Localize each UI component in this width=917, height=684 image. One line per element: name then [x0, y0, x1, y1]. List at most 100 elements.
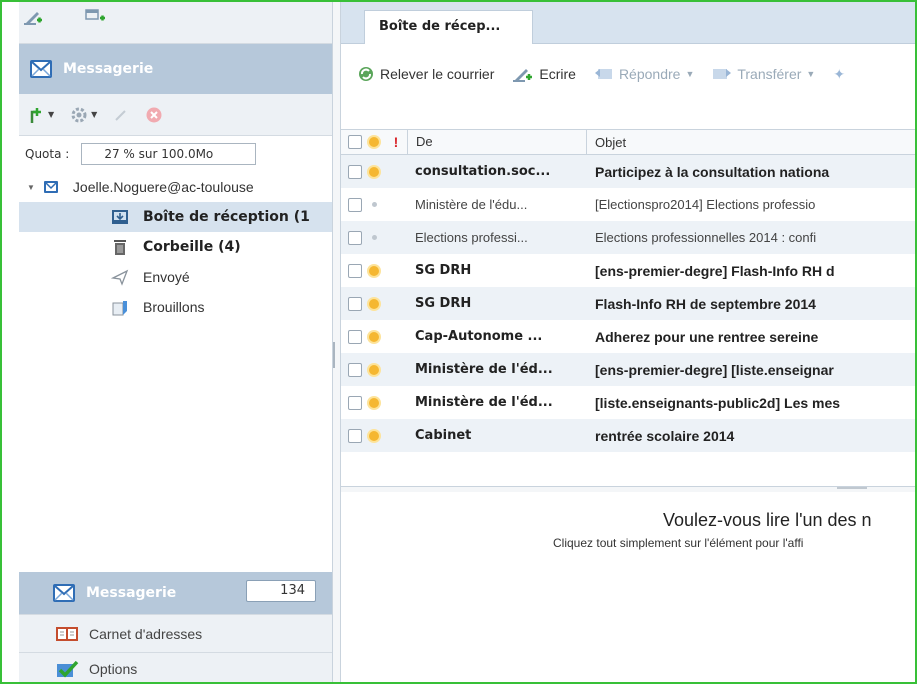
messagerie-logo-icon [29, 58, 53, 80]
quota-value: 27 % sur 100.0Mo [104, 147, 214, 161]
preview-heading: Voulez-vous lire l'un des n [663, 510, 872, 530]
settings-button[interactable]: ▼ [70, 106, 97, 124]
gear-icon [71, 107, 87, 122]
message-checkbox[interactable] [348, 263, 362, 278]
quota-label: Quota : [25, 147, 70, 161]
reply-label: Répondre [618, 66, 681, 82]
message-row[interactable]: Ministère de l'éd... [ens-premier-degre] … [341, 353, 915, 386]
message-rows: consultation.soc... Participez à la consu… [341, 155, 915, 452]
column-from[interactable]: De [407, 129, 587, 155]
message-subject: Flash-Info RH de septembre 2014 [595, 295, 816, 312]
forward-button[interactable]: Transférer ▼ [712, 66, 815, 82]
unread-sun-icon[interactable] [369, 298, 379, 309]
read-dot-icon[interactable] [371, 202, 377, 207]
folder-add-icon [30, 107, 41, 123]
message-checkbox[interactable] [348, 164, 362, 179]
priority-column-icon[interactable]: ! [394, 134, 399, 150]
splitter-grip[interactable] [837, 487, 867, 489]
message-subject: Participez à la consultation nationa [595, 163, 830, 180]
unread-sun-icon[interactable] [369, 397, 379, 408]
message-checkbox[interactable] [348, 329, 362, 344]
folder-sent[interactable]: Envoyé [19, 262, 332, 292]
message-subject: [Electionspro2014] Elections professio [595, 197, 816, 212]
sent-icon [111, 269, 129, 286]
folder-actions-button[interactable]: ▼ [29, 106, 54, 124]
reply-button[interactable]: Répondre ▼ [594, 66, 694, 82]
column-subject[interactable]: Objet [587, 135, 915, 150]
unread-sun-icon[interactable] [369, 331, 379, 342]
message-row[interactable]: Ministère de l'éd... [liste.enseignants-p… [341, 386, 915, 419]
app-window: Messagerie ▼ ▼ Quota : 27 % sur 100.0Mo [0, 0, 917, 684]
unread-sun-icon[interactable] [369, 364, 379, 375]
unread-count-badge: 134 [246, 580, 316, 602]
mail-toolbar: Relever le courrier Ecrire Répondre ▼ Tr… [341, 44, 915, 104]
message-list: ! De Objet consultation.soc... Participez… [341, 129, 915, 452]
close-circle-icon [146, 107, 162, 122]
forward-icon [713, 69, 732, 79]
account-node[interactable]: ▼ Joelle.Noguere@ac-toulouse [19, 172, 332, 202]
message-from: Elections professi... [415, 230, 528, 245]
more-icon[interactable]: ✦ [833, 66, 845, 83]
message-checkbox[interactable] [348, 395, 362, 410]
fetch-mail-button[interactable]: Relever le courrier [357, 65, 494, 83]
read-dot-icon[interactable] [371, 235, 377, 240]
select-all-checkbox[interactable] [348, 135, 362, 149]
drafts-icon [112, 301, 127, 316]
folder-drafts[interactable]: Brouillons [19, 292, 332, 322]
rename-button[interactable] [113, 107, 129, 123]
reply-icon [594, 69, 612, 79]
message-from: SG DRH [415, 263, 472, 278]
message-checkbox[interactable] [348, 428, 362, 443]
message-from: Cap-Autonome ... [415, 329, 543, 344]
new-message-icon[interactable] [23, 8, 43, 25]
quota-row: Quota : 27 % sur 100.0Mo [19, 136, 332, 172]
vertical-splitter[interactable] [333, 2, 341, 682]
message-from: Ministère de l'édu... [415, 197, 528, 212]
chevron-down-icon: ▼ [91, 110, 98, 119]
app-header: Messagerie [19, 44, 332, 94]
unread-sun-icon[interactable] [369, 430, 379, 441]
unread-sun-icon[interactable] [369, 166, 379, 177]
message-subject: Elections professionnelles 2014 : confi [595, 230, 817, 245]
folder-trash[interactable]: Corbeille (4) [19, 232, 332, 262]
message-checkbox[interactable] [348, 362, 362, 377]
folder-label: Boîte de réception (1 [143, 209, 310, 225]
message-checkbox[interactable] [348, 230, 362, 245]
nav-address-book[interactable]: Carnet d'adresses [19, 614, 332, 652]
bottom-nav: Messagerie 134 Carnet d'adresses Options [19, 572, 332, 682]
message-subject: rentrée scolaire 2014 [595, 427, 735, 444]
folder-inbox[interactable]: Boîte de réception (1 [19, 202, 332, 232]
nav-messagerie[interactable]: Messagerie 134 [19, 572, 332, 614]
top-strip [19, 2, 332, 44]
chevron-down-icon: ▼ [48, 110, 55, 119]
new-window-icon[interactable] [85, 8, 105, 24]
message-row[interactable]: consultation.soc... Participez à la consu… [341, 155, 915, 188]
nav-options[interactable]: Options [19, 652, 332, 682]
message-row[interactable]: Cabinet rentrée scolaire 2014 [341, 419, 915, 452]
splitter-grip[interactable] [333, 342, 335, 368]
message-row[interactable]: SG DRH [ens-premier-degre] Flash-Info RH … [341, 254, 915, 287]
quota-bar: 27 % sur 100.0Mo [81, 143, 257, 165]
message-subject: [ens-premier-degre] [liste.enseignar [595, 361, 834, 378]
message-row[interactable]: Ministère de l'édu... [Electionspro2014] … [341, 188, 915, 221]
app-title: Messagerie [63, 61, 154, 77]
message-row[interactable]: SG DRH Flash-Info RH de septembre 2014 [341, 287, 915, 320]
message-row[interactable]: Elections professi... Elections professio… [341, 221, 915, 254]
message-subject: [liste.enseignants-public2d] Les mes [595, 394, 841, 411]
nav-label: Options [89, 660, 138, 677]
address-book-icon [56, 626, 78, 641]
folder-label: Brouillons [143, 299, 205, 315]
delete-folder-button[interactable] [145, 106, 163, 124]
unread-sun-icon[interactable] [369, 265, 379, 276]
horizontal-splitter[interactable] [341, 486, 915, 492]
forward-label: Transférer [737, 66, 802, 82]
tab-inbox[interactable]: Boîte de récep... [364, 10, 533, 44]
message-row[interactable]: Cap-Autonome ... Adherez pour une rentree… [341, 320, 915, 353]
read-status-column-icon[interactable] [369, 137, 379, 147]
compose-label: Ecrire [539, 66, 576, 82]
expand-arrow-icon[interactable]: ▼ [27, 183, 35, 192]
message-checkbox[interactable] [348, 296, 362, 311]
message-checkbox[interactable] [348, 197, 362, 212]
message-subject: Adherez pour une rentree sereine [595, 328, 819, 345]
compose-button[interactable]: Ecrire [512, 65, 576, 83]
